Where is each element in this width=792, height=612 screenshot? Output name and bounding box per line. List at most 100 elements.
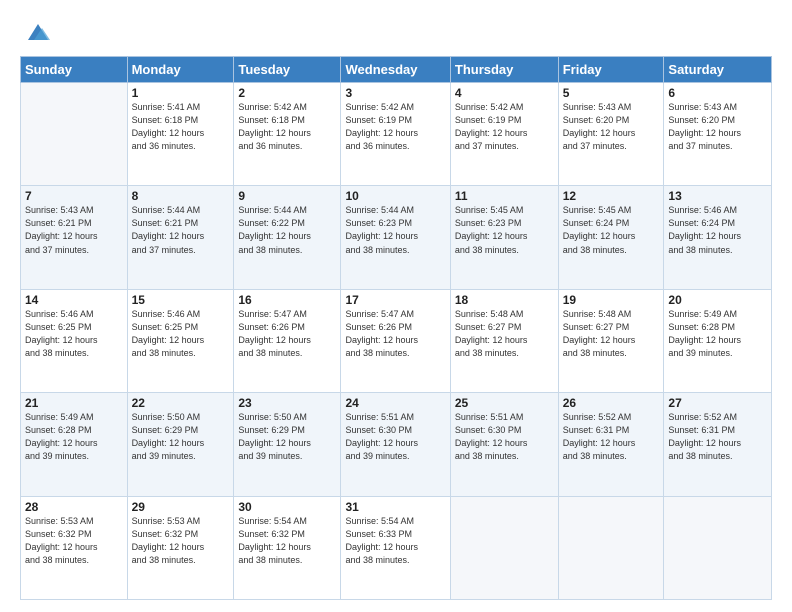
day-number: 5	[563, 86, 660, 100]
day-info: Sunrise: 5:41 AM Sunset: 6:18 PM Dayligh…	[132, 101, 230, 153]
day-number: 30	[238, 500, 336, 514]
day-number: 18	[455, 293, 554, 307]
day-number: 9	[238, 189, 336, 203]
day-info: Sunrise: 5:50 AM Sunset: 6:29 PM Dayligh…	[238, 411, 336, 463]
day-number: 24	[345, 396, 445, 410]
day-info: Sunrise: 5:49 AM Sunset: 6:28 PM Dayligh…	[668, 308, 767, 360]
calendar-cell: 30Sunrise: 5:54 AM Sunset: 6:32 PM Dayli…	[234, 496, 341, 599]
day-info: Sunrise: 5:51 AM Sunset: 6:30 PM Dayligh…	[455, 411, 554, 463]
day-info: Sunrise: 5:43 AM Sunset: 6:21 PM Dayligh…	[25, 204, 123, 256]
day-number: 3	[345, 86, 445, 100]
calendar-cell: 29Sunrise: 5:53 AM Sunset: 6:32 PM Dayli…	[127, 496, 234, 599]
day-number: 27	[668, 396, 767, 410]
calendar-cell: 28Sunrise: 5:53 AM Sunset: 6:32 PM Dayli…	[21, 496, 128, 599]
day-number: 26	[563, 396, 660, 410]
day-info: Sunrise: 5:44 AM Sunset: 6:21 PM Dayligh…	[132, 204, 230, 256]
day-number: 14	[25, 293, 123, 307]
day-number: 19	[563, 293, 660, 307]
day-info: Sunrise: 5:46 AM Sunset: 6:25 PM Dayligh…	[25, 308, 123, 360]
week-row-4: 21Sunrise: 5:49 AM Sunset: 6:28 PM Dayli…	[21, 393, 772, 496]
calendar-cell: 26Sunrise: 5:52 AM Sunset: 6:31 PM Dayli…	[558, 393, 664, 496]
day-info: Sunrise: 5:46 AM Sunset: 6:24 PM Dayligh…	[668, 204, 767, 256]
day-number: 16	[238, 293, 336, 307]
day-info: Sunrise: 5:53 AM Sunset: 6:32 PM Dayligh…	[25, 515, 123, 567]
calendar-cell: 18Sunrise: 5:48 AM Sunset: 6:27 PM Dayli…	[450, 289, 558, 392]
page: SundayMondayTuesdayWednesdayThursdayFrid…	[0, 0, 792, 612]
day-info: Sunrise: 5:44 AM Sunset: 6:23 PM Dayligh…	[345, 204, 445, 256]
day-info: Sunrise: 5:46 AM Sunset: 6:25 PM Dayligh…	[132, 308, 230, 360]
day-number: 15	[132, 293, 230, 307]
day-info: Sunrise: 5:54 AM Sunset: 6:32 PM Dayligh…	[238, 515, 336, 567]
day-info: Sunrise: 5:43 AM Sunset: 6:20 PM Dayligh…	[563, 101, 660, 153]
day-info: Sunrise: 5:42 AM Sunset: 6:19 PM Dayligh…	[345, 101, 445, 153]
weekday-saturday: Saturday	[664, 57, 772, 83]
calendar-cell: 15Sunrise: 5:46 AM Sunset: 6:25 PM Dayli…	[127, 289, 234, 392]
calendar-cell: 10Sunrise: 5:44 AM Sunset: 6:23 PM Dayli…	[341, 186, 450, 289]
calendar-cell: 31Sunrise: 5:54 AM Sunset: 6:33 PM Dayli…	[341, 496, 450, 599]
day-number: 21	[25, 396, 123, 410]
week-row-5: 28Sunrise: 5:53 AM Sunset: 6:32 PM Dayli…	[21, 496, 772, 599]
day-info: Sunrise: 5:47 AM Sunset: 6:26 PM Dayligh…	[238, 308, 336, 360]
day-info: Sunrise: 5:44 AM Sunset: 6:22 PM Dayligh…	[238, 204, 336, 256]
day-info: Sunrise: 5:48 AM Sunset: 6:27 PM Dayligh…	[455, 308, 554, 360]
week-row-3: 14Sunrise: 5:46 AM Sunset: 6:25 PM Dayli…	[21, 289, 772, 392]
day-number: 12	[563, 189, 660, 203]
day-number: 8	[132, 189, 230, 203]
calendar-cell	[450, 496, 558, 599]
calendar-cell	[21, 83, 128, 186]
day-info: Sunrise: 5:45 AM Sunset: 6:24 PM Dayligh…	[563, 204, 660, 256]
weekday-monday: Monday	[127, 57, 234, 83]
logo	[20, 18, 52, 46]
weekday-tuesday: Tuesday	[234, 57, 341, 83]
calendar-cell: 6Sunrise: 5:43 AM Sunset: 6:20 PM Daylig…	[664, 83, 772, 186]
day-info: Sunrise: 5:54 AM Sunset: 6:33 PM Dayligh…	[345, 515, 445, 567]
calendar-cell: 25Sunrise: 5:51 AM Sunset: 6:30 PM Dayli…	[450, 393, 558, 496]
day-number: 17	[345, 293, 445, 307]
calendar-cell: 24Sunrise: 5:51 AM Sunset: 6:30 PM Dayli…	[341, 393, 450, 496]
weekday-header-row: SundayMondayTuesdayWednesdayThursdayFrid…	[21, 57, 772, 83]
calendar-cell: 1Sunrise: 5:41 AM Sunset: 6:18 PM Daylig…	[127, 83, 234, 186]
day-number: 29	[132, 500, 230, 514]
weekday-thursday: Thursday	[450, 57, 558, 83]
calendar-cell: 23Sunrise: 5:50 AM Sunset: 6:29 PM Dayli…	[234, 393, 341, 496]
weekday-friday: Friday	[558, 57, 664, 83]
day-info: Sunrise: 5:42 AM Sunset: 6:19 PM Dayligh…	[455, 101, 554, 153]
calendar-cell	[664, 496, 772, 599]
day-info: Sunrise: 5:47 AM Sunset: 6:26 PM Dayligh…	[345, 308, 445, 360]
day-number: 6	[668, 86, 767, 100]
day-info: Sunrise: 5:53 AM Sunset: 6:32 PM Dayligh…	[132, 515, 230, 567]
day-info: Sunrise: 5:51 AM Sunset: 6:30 PM Dayligh…	[345, 411, 445, 463]
day-number: 1	[132, 86, 230, 100]
calendar-cell: 4Sunrise: 5:42 AM Sunset: 6:19 PM Daylig…	[450, 83, 558, 186]
calendar-cell: 17Sunrise: 5:47 AM Sunset: 6:26 PM Dayli…	[341, 289, 450, 392]
calendar-cell: 14Sunrise: 5:46 AM Sunset: 6:25 PM Dayli…	[21, 289, 128, 392]
calendar-cell: 22Sunrise: 5:50 AM Sunset: 6:29 PM Dayli…	[127, 393, 234, 496]
calendar-cell: 9Sunrise: 5:44 AM Sunset: 6:22 PM Daylig…	[234, 186, 341, 289]
calendar-cell: 7Sunrise: 5:43 AM Sunset: 6:21 PM Daylig…	[21, 186, 128, 289]
calendar-cell: 3Sunrise: 5:42 AM Sunset: 6:19 PM Daylig…	[341, 83, 450, 186]
calendar-cell: 21Sunrise: 5:49 AM Sunset: 6:28 PM Dayli…	[21, 393, 128, 496]
logo-icon	[24, 18, 52, 46]
weekday-sunday: Sunday	[21, 57, 128, 83]
header	[20, 18, 772, 46]
calendar-cell: 19Sunrise: 5:48 AM Sunset: 6:27 PM Dayli…	[558, 289, 664, 392]
day-number: 20	[668, 293, 767, 307]
weekday-wednesday: Wednesday	[341, 57, 450, 83]
week-row-2: 7Sunrise: 5:43 AM Sunset: 6:21 PM Daylig…	[21, 186, 772, 289]
day-info: Sunrise: 5:50 AM Sunset: 6:29 PM Dayligh…	[132, 411, 230, 463]
calendar: SundayMondayTuesdayWednesdayThursdayFrid…	[20, 56, 772, 600]
calendar-cell: 16Sunrise: 5:47 AM Sunset: 6:26 PM Dayli…	[234, 289, 341, 392]
day-info: Sunrise: 5:52 AM Sunset: 6:31 PM Dayligh…	[668, 411, 767, 463]
day-number: 28	[25, 500, 123, 514]
day-number: 7	[25, 189, 123, 203]
calendar-cell	[558, 496, 664, 599]
week-row-1: 1Sunrise: 5:41 AM Sunset: 6:18 PM Daylig…	[21, 83, 772, 186]
day-info: Sunrise: 5:43 AM Sunset: 6:20 PM Dayligh…	[668, 101, 767, 153]
calendar-cell: 2Sunrise: 5:42 AM Sunset: 6:18 PM Daylig…	[234, 83, 341, 186]
calendar-cell: 8Sunrise: 5:44 AM Sunset: 6:21 PM Daylig…	[127, 186, 234, 289]
calendar-cell: 11Sunrise: 5:45 AM Sunset: 6:23 PM Dayli…	[450, 186, 558, 289]
calendar-cell: 27Sunrise: 5:52 AM Sunset: 6:31 PM Dayli…	[664, 393, 772, 496]
day-number: 2	[238, 86, 336, 100]
day-number: 10	[345, 189, 445, 203]
day-number: 31	[345, 500, 445, 514]
